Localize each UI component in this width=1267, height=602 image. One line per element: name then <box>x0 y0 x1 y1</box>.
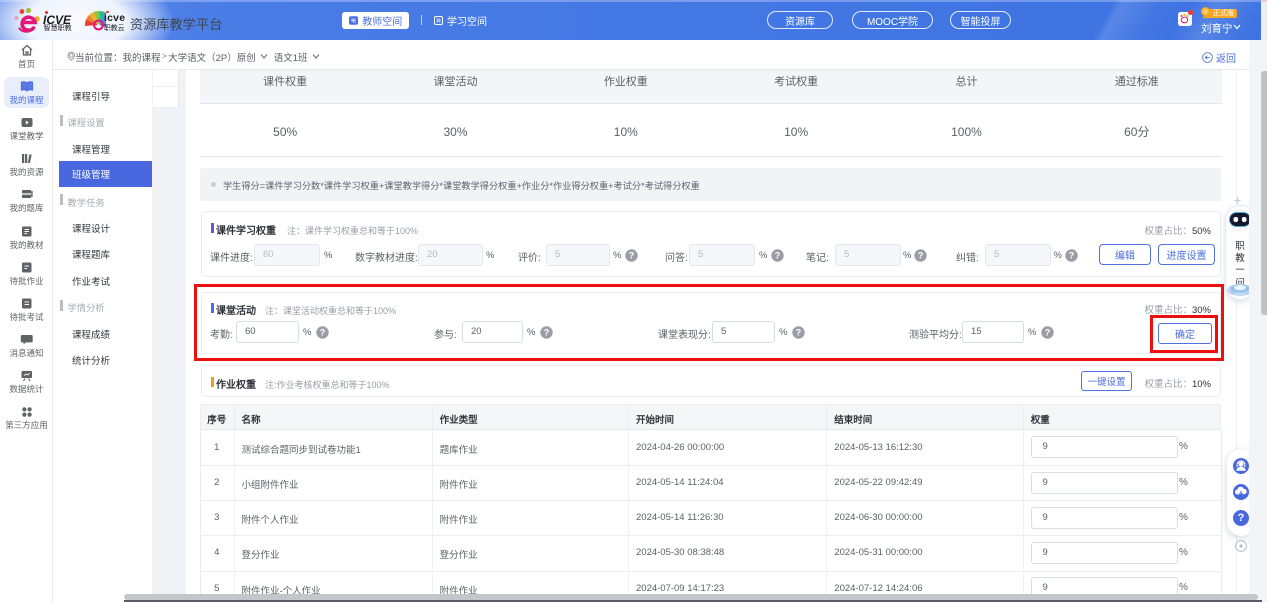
svg-text:?: ? <box>775 250 781 260</box>
svg-text:?: ? <box>629 250 635 260</box>
svg-text:?: ? <box>918 250 924 260</box>
svg-text:?: ? <box>1068 250 1074 260</box>
